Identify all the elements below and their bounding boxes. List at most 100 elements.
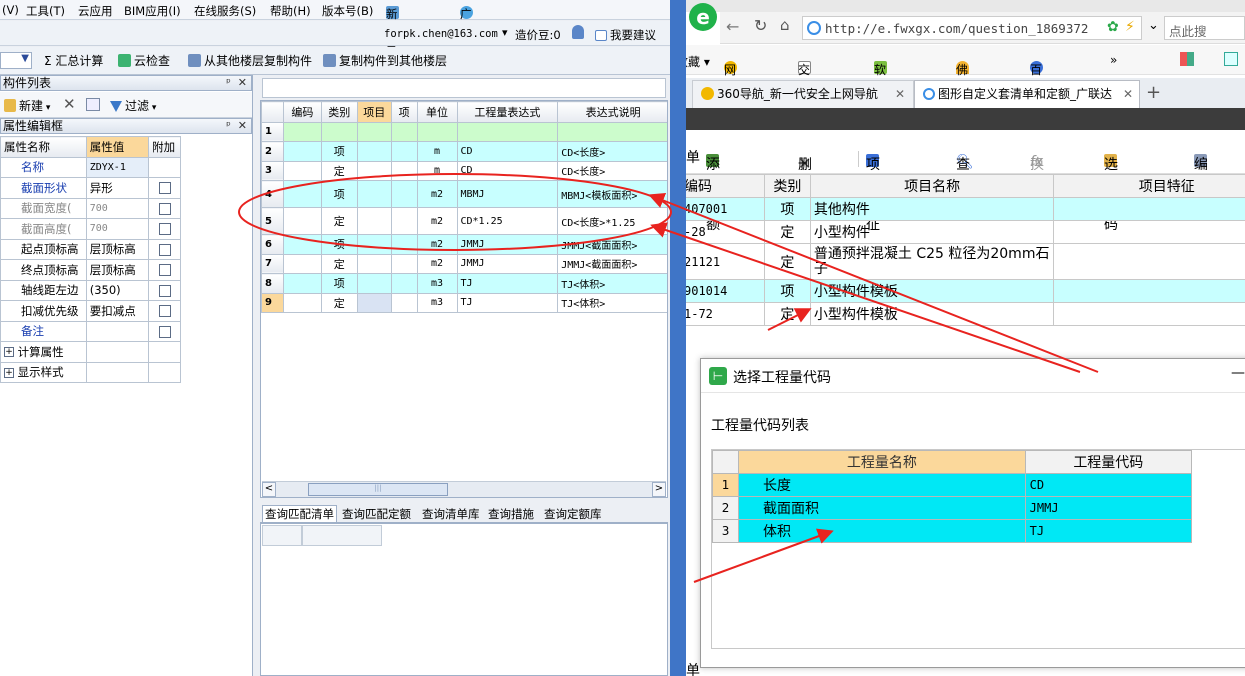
expand-icon[interactable]: + [4,367,14,378]
tab-close-icon[interactable]: ✕ [895,81,905,107]
item2-cell[interactable] [390,234,418,255]
feature-cell[interactable] [1053,279,1245,303]
bell-icon[interactable] [572,25,584,39]
quantity-code-cell[interactable]: CD [1024,473,1193,497]
quantity-row[interactable]: 9 定 m3 TJ TJ<体积> [261,292,667,313]
item2-cell[interactable] [390,292,418,313]
group-row-display[interactable]: + 显示样式 [0,361,181,383]
category-cell[interactable]: 定 [320,160,358,181]
quantity-name-cell[interactable]: 截面面积 [738,496,1026,520]
tab-360-nav[interactable]: 360导航_新一代安全上网导航 ✕ [692,80,914,108]
property-value[interactable]: 700 [85,197,150,219]
extra-checkbox[interactable] [158,202,171,215]
category-cell[interactable]: 项 [320,141,358,162]
copy-to-floor-button[interactable]: 复制构件到其他楼层 [323,53,447,70]
category-cell[interactable]: 定 [320,253,358,274]
expression-desc-cell[interactable]: MBMJ<模板面积> [557,180,667,208]
apps-icon[interactable] [1180,52,1194,66]
property-value[interactable]: 要扣减点 [85,300,150,322]
lightning-icon[interactable]: ⚡ [1125,19,1135,35]
tab-glodon-question[interactable]: 图形自定义套清单和定额_广联达 ✕ [914,80,1140,108]
item-name-cell[interactable]: 小型构件模板 [809,279,1055,303]
quantity-row[interactable]: 6 项 m2 JMMJ JMMJ<截面面积> [261,234,667,255]
tab-match-quota[interactable]: 查询匹配定额 [342,506,411,522]
unit-cell[interactable]: m3 [416,273,458,294]
list-tab-partial[interactable]: 单 [686,147,700,167]
pin-icon[interactable]: ᵖ [226,119,231,132]
item2-cell[interactable] [390,160,418,181]
formula-input[interactable] [262,78,666,98]
code-cell[interactable] [282,234,322,255]
property-value[interactable]: 700 [85,218,150,240]
tab-quota-library[interactable]: 查询定额库 [544,506,602,522]
back-icon[interactable]: ← [726,17,739,36]
quantity-code-cell[interactable]: TJ [1024,519,1193,543]
category-cell[interactable]: 定 [763,243,811,280]
item2-cell[interactable] [390,253,418,274]
unit-cell[interactable]: m2 [416,180,458,208]
quantity-row[interactable]: 8 项 m3 TJ TJ<体积> [261,273,667,294]
item2-cell[interactable] [390,180,418,208]
expression-cell[interactable]: JMMJ [456,234,559,255]
home-icon[interactable]: ⌂ [780,16,790,34]
expression-desc-cell[interactable]: CD<长度>*1.25 [557,207,667,235]
menu-tools[interactable]: 工具(T) [26,3,65,19]
menu-online[interactable]: 在线服务(S) [194,3,256,19]
item-cell[interactable] [356,234,392,255]
property-row[interactable]: 终点顶标高 层顶标高 [0,259,181,281]
code-cell[interactable] [282,141,322,162]
item-cell[interactable] [356,273,392,294]
property-row[interactable]: 截面高度( 700 [0,218,181,240]
property-row[interactable]: 备注 [0,320,181,342]
property-value[interactable]: ZDYX-1 [85,156,150,178]
item-name-cell[interactable]: 其他构件 [809,197,1055,221]
category-cell[interactable]: 定 [320,207,358,235]
code-cell[interactable] [282,292,322,313]
floor-select[interactable]: ▼ [0,52,32,69]
quantity-row[interactable]: 2 项 m CD CD<长度> [261,141,667,162]
list-quota-row[interactable]: 407001 项其他构件 [686,197,1245,221]
expand-icon[interactable]: + [4,347,14,358]
quantity-row[interactable]: 5 定 m2 CD*1.25 CD<长度>*1.25 [261,207,667,235]
code-cell[interactable] [282,207,322,235]
item-name-cell[interactable]: 普通预拌混凝土 C25 粒径为20mm石子 [809,243,1055,280]
expression-cell[interactable]: CD [456,141,559,162]
tab-close-icon[interactable]: ✕ [1123,81,1133,107]
code-cell[interactable] [282,121,322,142]
group-row-calc[interactable]: + 计算属性 [0,341,181,363]
code-cell[interactable] [282,180,322,208]
delete-icon[interactable]: ✕ [63,95,76,113]
horizontal-scrollbar[interactable]: < ||| > [262,481,666,497]
scroll-right-icon[interactable]: > [652,482,666,497]
account-label[interactable]: forpk.chen@163.com [384,28,498,40]
reader-icon[interactable] [1224,52,1238,66]
code-cell[interactable]: 407001 [686,197,765,221]
menu-view[interactable]: (V) [2,3,19,17]
menu-cloud[interactable]: 云应用 [78,3,113,19]
category-cell[interactable]: 定 [763,302,811,326]
unit-cell[interactable]: m2 [416,234,458,255]
property-row[interactable]: 截面形状 异形 [0,177,181,199]
category-cell[interactable]: 项 [320,273,358,294]
quantity-name-cell[interactable]: 长度 [738,473,1026,497]
quantity-name-cell[interactable]: 体积 [738,519,1026,543]
item2-cell[interactable] [390,141,418,162]
code-cell[interactable] [282,253,322,274]
scroll-left-icon[interactable]: < [262,482,276,497]
extra-checkbox[interactable] [158,243,171,256]
quantity-code-cell[interactable]: JMMJ [1024,496,1193,520]
property-row[interactable]: 起点顶标高 层顶标高 [0,238,181,260]
extra-checkbox[interactable] [158,223,171,236]
list-quota-row[interactable]: -28 定小型构件 [686,220,1245,244]
expression-cell[interactable]: CD [456,160,559,181]
code-cell[interactable]: 901014 [686,279,765,303]
tab-measures[interactable]: 查询措施 [488,506,534,522]
code-cell[interactable] [282,273,322,294]
category-cell[interactable]: 定 [763,220,811,244]
close-icon[interactable]: ✕ [238,76,247,89]
item-cell[interactable] [356,160,392,181]
list-quota-row[interactable]: 1-72 定小型构件模板 [686,302,1245,326]
scroll-thumb[interactable]: ||| [308,483,448,496]
quantity-row[interactable]: 7 定 m2 JMMJ JMMJ<截面面积> [261,253,667,274]
expression-cell[interactable]: TJ [456,273,559,294]
